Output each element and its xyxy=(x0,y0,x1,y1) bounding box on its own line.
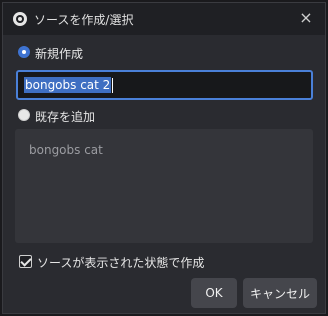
title-bar: ソースを作成/選択 × xyxy=(3,3,325,35)
dialog-title: ソースを作成/選択 xyxy=(34,13,134,27)
visible-checkbox-label[interactable]: ソースが表示された状態で作成 xyxy=(37,254,204,271)
add-existing-label[interactable]: 既存を追加 xyxy=(35,108,95,125)
close-icon[interactable]: × xyxy=(297,9,315,27)
create-new-radio[interactable] xyxy=(18,46,30,58)
obs-logo-icon xyxy=(13,12,27,26)
cancel-button[interactable]: キャンセル xyxy=(243,278,317,308)
existing-sources-list[interactable]: bongobs cat xyxy=(15,129,313,243)
source-name-value: bongobs cat 2 xyxy=(24,77,112,93)
ok-button[interactable]: OK xyxy=(191,278,237,308)
create-new-label[interactable]: 新規作成 xyxy=(35,45,83,62)
add-existing-radio[interactable] xyxy=(18,109,30,121)
source-name-input[interactable]: bongobs cat 2 xyxy=(16,70,313,100)
visible-checkbox[interactable] xyxy=(19,255,32,268)
create-select-source-dialog: ソースを作成/選択 × 新規作成 bongobs cat 2 既存を追加 bon… xyxy=(2,2,326,314)
list-item[interactable]: bongobs cat xyxy=(29,143,103,157)
text-caret xyxy=(112,77,114,93)
